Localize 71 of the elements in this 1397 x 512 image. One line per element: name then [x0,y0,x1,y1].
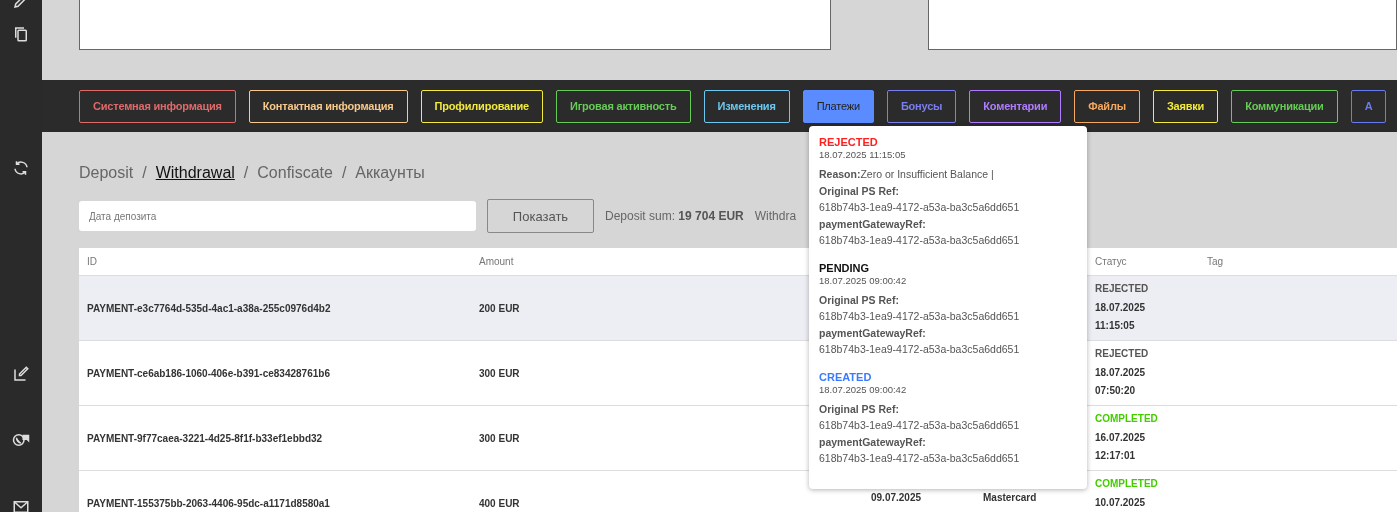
field-label: paymentGatewayRef: [819,325,927,341]
status-datetime: 18.07.2025 09:00:42 [819,383,908,395]
refresh-icon[interactable] [12,159,30,177]
table-cell-text: 09.07.2025 [870,491,923,503]
status-label: COMPLETED [1095,412,1159,426]
tab[interactable]: Платежи [802,89,874,123]
status-datetime: 18.07.2025 09:00:42 [819,274,908,286]
status-time: 11:15:05 [1095,319,1136,333]
table-cell-text: 300 EUR [478,432,521,444]
status-date: 10.07.2025 [1095,495,1147,510]
tab[interactable]: Профилирование [420,89,543,123]
mail-icon[interactable] [12,498,30,512]
status-time: 12:17:01 [1095,449,1137,463]
show-button[interactable]: Показать [487,199,594,233]
tab[interactable]: Бонусы [886,89,957,123]
table-cell-text: PAYMENT-9f77caea-3221-4d25-8f1f-b33ef1ebbd32 [86,432,324,444]
separator: / [243,164,249,182]
status-label: COMPLETED [1095,477,1159,491]
tab[interactable]: Изменения [703,89,790,123]
field-value: 618b74b3-1ea9-4172-a53a-ba3c5a6dd651 [819,342,1021,357]
status-label: REJECTED [1095,347,1150,361]
field-label: paymentGatewayRef: [819,434,927,450]
field-label: Original PS Ref: [819,401,900,417]
table-cell-text: 200 EUR [478,302,521,314]
status-label: REJECTED [819,136,879,148]
tab[interactable]: Коментарии [969,89,1062,123]
breadcrumb-link[interactable]: Аккаунты [355,164,425,182]
separator: / [142,164,147,182]
status-label: CREATED [819,370,873,383]
field-value: 618b74b3-1ea9-4172-a53a-ba3c5a6dd651 [819,309,1021,324]
table-cell-text: 300 EUR [478,367,521,379]
tab[interactable]: А [1350,89,1387,123]
field-label: Original PS Ref: [819,292,900,308]
table-cell-text: Mastercard [982,491,1038,503]
breadcrumb-link[interactable]: Deposit [79,164,134,182]
tab[interactable]: Контактная информация [248,89,408,123]
breadcrumb-link[interactable]: Confiscate [257,164,333,182]
status-time: 07:50:20 [1095,384,1137,398]
reason-text: Reason:Zero or Insufficient Balance | [819,167,995,182]
column-header: Amount [478,256,515,267]
table-cell-text: PAYMENT-ce6ab186-1060-406e-b391-ce83428761b6 [86,367,331,379]
status-date: 18.07.2025 [1095,300,1147,315]
tab[interactable]: Коммуникации [1231,89,1338,123]
field-value: 618b74b3-1ea9-4172-a53a-ba3c5a6dd651 [819,233,1021,248]
field-label: Original PS Ref: [819,183,900,199]
table-cell-text: 400 EUR [478,497,521,509]
date-field[interactable]: Дата депозита [79,201,476,231]
tab[interactable]: Игровая активность [555,89,691,123]
status-datetime: 18.07.2025 11:15:05 [819,149,907,160]
tab[interactable]: Системная информация [79,89,236,123]
status-date: 16.07.2025 [1095,430,1147,445]
separator: / [341,164,347,182]
table-cell-text: PAYMENT-155375bb-2063-4406-95dc-a1171d8580a1 [86,497,331,509]
breadcrumb-link[interactable]: Withdrawal [155,164,235,182]
field-label: paymentGatewayRef: [819,216,927,232]
column-header: Статус [1094,256,1128,267]
withdrawal-sum: Withdra [754,209,797,223]
tab[interactable]: Заявки [1152,89,1219,123]
status-label: REJECTED [1095,282,1150,296]
field-value: 618b74b3-1ea9-4172-a53a-ba3c5a6dd651 [819,200,1021,215]
status-label: PENDING [819,261,871,274]
copy-icon[interactable] [12,25,30,43]
field-value: 618b74b3-1ea9-4172-a53a-ba3c5a6dd651 [819,451,1021,466]
status-date: 18.07.2025 [1095,365,1147,380]
table-cell-text: PAYMENT-e3c7764d-535d-4ac1-a38a-255c0976d4b2 [86,302,332,314]
tab[interactable]: Файлы [1074,89,1140,123]
deposit-sum: Deposit sum: 19 704 EUR [605,209,744,223]
edit-icon[interactable] [12,365,30,383]
column-header: ID [86,256,98,267]
column-header: Tag [1206,256,1225,267]
field-value: 618b74b3-1ea9-4172-a53a-ba3c5a6dd651 [819,418,1021,433]
